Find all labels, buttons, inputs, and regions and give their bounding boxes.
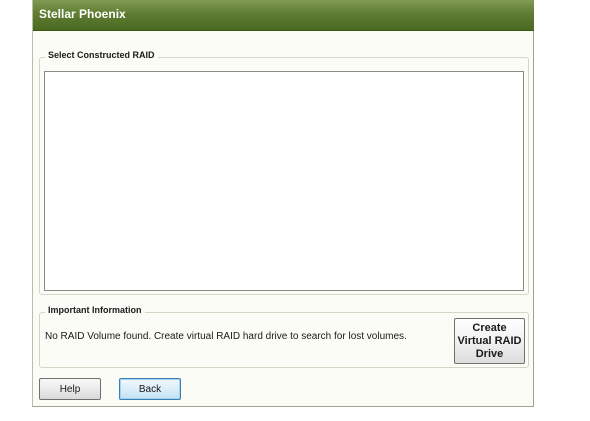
select-constructed-raid-legend: Select Constructed RAID [45,50,158,60]
title-bar: Stellar Phoenix [33,0,534,31]
select-constructed-raid-group: Select Constructed RAID [39,50,529,295]
window-title: Stellar Phoenix [39,7,126,21]
stellar-phoenix-window: Stellar Phoenix Select Constructed RAID … [32,0,534,407]
back-button[interactable]: Back [119,378,181,400]
no-raid-volume-message: No RAID Volume found. Create virtual RAI… [45,331,407,342]
help-button[interactable]: Help [39,378,101,400]
important-information-group: Important Information No RAID Volume fou… [39,305,529,368]
create-virtual-raid-drive-button[interactable]: Create Virtual RAID Drive [454,318,525,364]
important-information-legend: Important Information [45,305,145,315]
constructed-raid-list[interactable] [44,71,524,291]
